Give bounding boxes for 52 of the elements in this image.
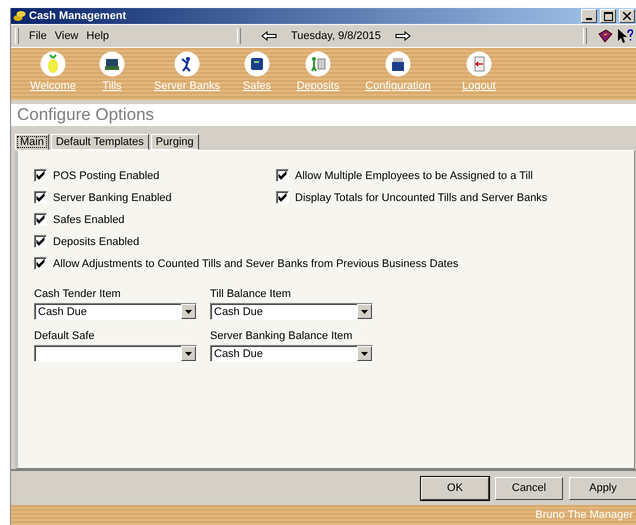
deposits-icon xyxy=(305,51,331,77)
dropdown[interactable]: Cash Due xyxy=(34,303,197,320)
tab[interactable]: Default Templates xyxy=(50,134,149,150)
dialog-button[interactable]: OK xyxy=(421,476,489,500)
checkbox-label: Display Totals for Uncounted Tills and Server Banks xyxy=(295,192,548,204)
safes-icon xyxy=(244,51,270,77)
checkbox-label: Safes Enabled xyxy=(53,214,125,226)
checkbox[interactable] xyxy=(276,191,289,204)
dropdown[interactable]: Cash Due xyxy=(210,303,373,320)
checkbox-label: Allow Multiple Employees to be Assigned to a Till xyxy=(295,170,533,182)
checkbox[interactable] xyxy=(34,257,47,270)
checkbox-label: Allow Adjustments to Counted Tills and Sever Banks from Previous Business Dates xyxy=(53,258,458,270)
user-name: Bruno The Manager xyxy=(535,509,633,521)
checkbox-label: Deposits Enabled xyxy=(53,236,140,248)
maximize-icon xyxy=(604,12,612,20)
tills-icon xyxy=(99,51,125,77)
page-title: Configure Options xyxy=(17,105,154,125)
close-icon xyxy=(623,12,631,20)
tab[interactable]: Purging xyxy=(150,134,199,150)
dropdown[interactable] xyxy=(34,345,197,362)
current-date: Tuesday, 9/8/2015 xyxy=(291,30,381,42)
minimize-button[interactable] xyxy=(581,9,597,23)
coins-icon xyxy=(13,10,26,22)
field-label: Till Balance Item xyxy=(210,288,292,300)
server-icon xyxy=(174,51,200,77)
menu-item[interactable]: File xyxy=(25,30,51,42)
menu-item[interactable]: View xyxy=(50,30,82,42)
field-label: Cash Tender Item xyxy=(34,288,122,300)
checkbox[interactable] xyxy=(34,191,47,204)
welcome-icon xyxy=(40,51,66,77)
checkbox[interactable] xyxy=(276,169,289,182)
book-icon[interactable] xyxy=(597,29,613,43)
field-label: Server Banking Balance Item xyxy=(210,330,354,342)
logout-icon xyxy=(466,51,492,77)
window-title: Cash Management xyxy=(29,10,128,22)
help-pointer-icon[interactable] xyxy=(617,28,633,44)
dialog-button[interactable]: Apply xyxy=(569,476,636,500)
checkbox-label: POS Posting Enabled xyxy=(53,170,160,182)
checkbox[interactable] xyxy=(34,213,47,226)
tab[interactable]: Main xyxy=(15,134,49,150)
checkbox[interactable] xyxy=(34,235,47,248)
dialog-button[interactable]: Cancel xyxy=(495,476,563,500)
field-label: Default Safe xyxy=(34,330,96,342)
maximize-button[interactable] xyxy=(600,9,616,23)
checkbox[interactable] xyxy=(34,169,47,182)
dropdown[interactable]: Cash Due xyxy=(210,345,373,362)
next-date-icon[interactable] xyxy=(394,31,411,41)
config-icon xyxy=(385,51,411,77)
menu-item[interactable]: Help xyxy=(82,30,114,42)
previous-date-icon[interactable] xyxy=(261,31,277,41)
close-button[interactable] xyxy=(619,9,635,23)
checkbox-label: Server Banking Enabled xyxy=(53,192,172,204)
